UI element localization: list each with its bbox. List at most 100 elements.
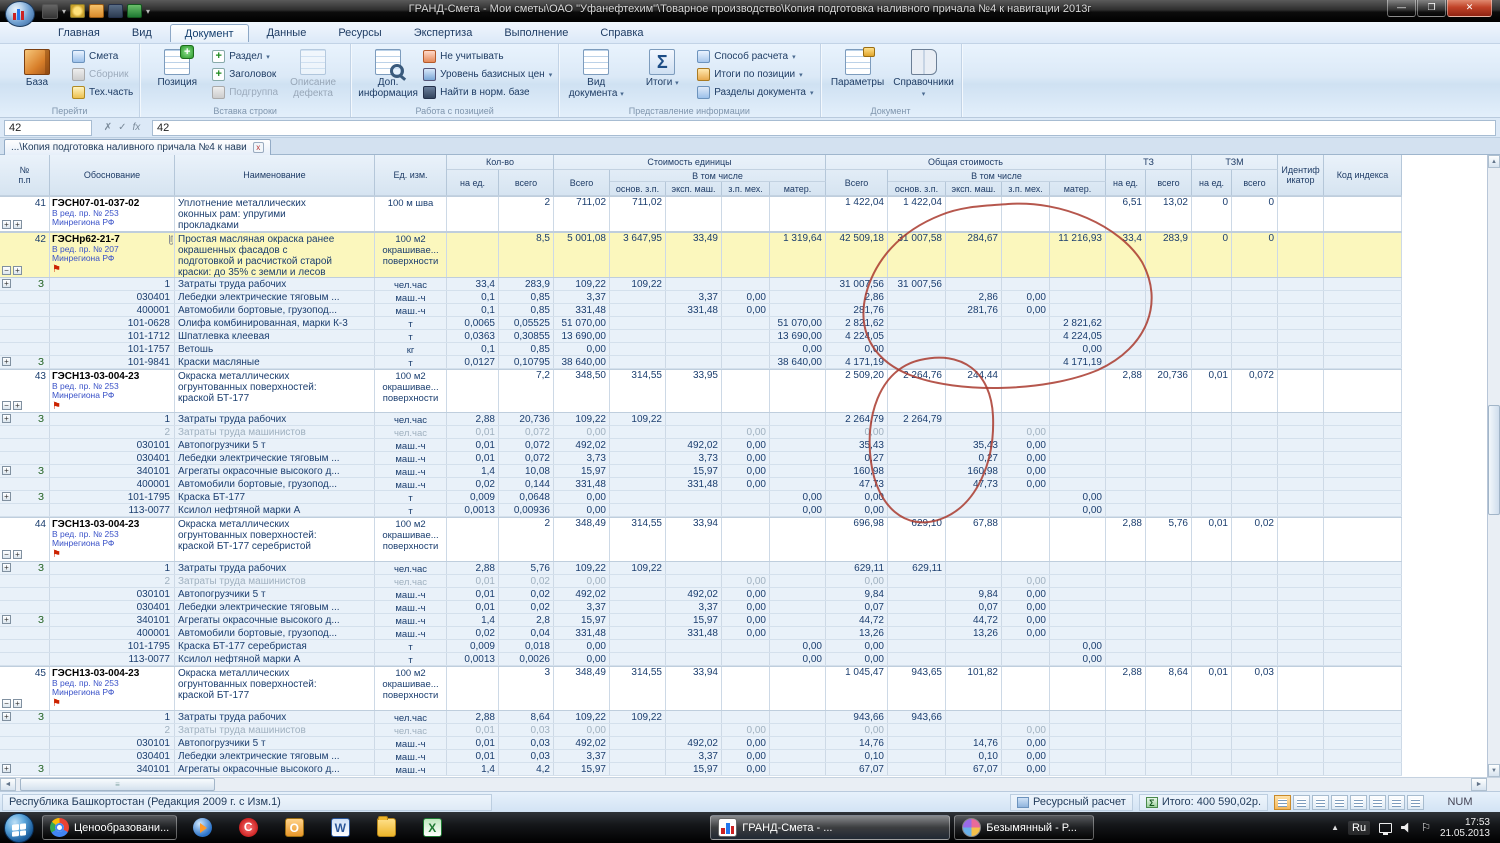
- justification-cell[interactable]: ГЭСН13-03-004-23В ред. пр. № 253 Минреги…: [50, 518, 175, 561]
- value-cell-tzv[interactable]: [1146, 588, 1192, 600]
- row-number-cell[interactable]: +З: [0, 562, 50, 574]
- value-cell-om[interactable]: [1050, 452, 1106, 464]
- value-cell-qe[interactable]: 0,009: [447, 640, 499, 652]
- value-cell-oo[interactable]: 31 007,56: [888, 278, 946, 290]
- document-tab[interactable]: ...\Копия подготовка наливного причала №…: [4, 139, 271, 155]
- value-cell-oz[interactable]: [1002, 330, 1050, 342]
- value-cell-ov[interactable]: 42 509,18: [826, 233, 888, 277]
- value-cell-qe[interactable]: 1,4: [447, 614, 499, 626]
- value-cell-sz[interactable]: [722, 640, 770, 652]
- name-cell[interactable]: Автопогрузчики 5 т: [175, 588, 375, 600]
- expand-plus-icon[interactable]: +: [13, 401, 22, 410]
- value-cell-tzv[interactable]: [1146, 640, 1192, 652]
- row-number-cell[interactable]: +З: [0, 491, 50, 503]
- value-cell-ov[interactable]: 281,76: [826, 304, 888, 316]
- value-cell-sm[interactable]: [770, 724, 826, 736]
- horizontal-scroll-thumb[interactable]: ≡: [20, 778, 215, 791]
- value-cell-sm[interactable]: 1 319,64: [770, 233, 826, 277]
- col-header-tz[interactable]: ТЗ: [1106, 155, 1192, 170]
- value-cell-sm[interactable]: [770, 426, 826, 438]
- value-cell-om[interactable]: [1050, 465, 1106, 477]
- value-cell-so[interactable]: [610, 291, 666, 303]
- value-cell-so[interactable]: [610, 724, 666, 736]
- identifier-cell[interactable]: [1278, 737, 1324, 749]
- justification-cell[interactable]: 101-1795: [50, 640, 175, 652]
- view-mode-button[interactable]: [1369, 795, 1386, 810]
- justification-cell[interactable]: 030101: [50, 588, 175, 600]
- name-cell[interactable]: Автопогрузчики 5 т: [175, 737, 375, 749]
- index-code-cell[interactable]: [1324, 478, 1402, 490]
- value-cell-om[interactable]: [1050, 518, 1106, 561]
- value-cell-oo[interactable]: [888, 640, 946, 652]
- value-cell-so[interactable]: [610, 640, 666, 652]
- value-cell-oz[interactable]: [1002, 413, 1050, 425]
- value-cell-qe[interactable]: [447, 518, 499, 561]
- spravochniki-button[interactable]: Справочники▾: [893, 47, 955, 103]
- maximize-button[interactable]: ❐: [1417, 0, 1446, 17]
- identifier-cell[interactable]: [1278, 588, 1324, 600]
- value-cell-om[interactable]: [1050, 601, 1106, 613]
- value-cell-sx[interactable]: 33,94: [666, 667, 722, 710]
- value-cell-tzmv[interactable]: [1232, 763, 1278, 775]
- resource-row[interactable]: 400001Автомобили бортовые, грузопод...ма…: [0, 304, 1402, 317]
- row-number-cell[interactable]: [0, 640, 50, 652]
- tab-dannye[interactable]: Данные: [253, 24, 321, 42]
- value-cell-qe[interactable]: 0,01: [447, 601, 499, 613]
- col-header-stoimost-edinicy[interactable]: Стоимость единицы: [554, 155, 826, 170]
- value-cell-om[interactable]: [1050, 370, 1106, 412]
- value-cell-oz[interactable]: 0,00: [1002, 478, 1050, 490]
- index-code-cell[interactable]: [1324, 439, 1402, 451]
- ne-uchityvat-button[interactable]: Не учитывать: [423, 49, 552, 64]
- value-cell-sz[interactable]: 0,00: [722, 426, 770, 438]
- name-cell[interactable]: Затраты труда машинистов: [175, 575, 375, 587]
- value-cell-oo[interactable]: 629,10: [888, 518, 946, 561]
- value-cell-qv[interactable]: 0,018: [499, 640, 554, 652]
- index-code-cell[interactable]: [1324, 627, 1402, 639]
- value-cell-oo[interactable]: [888, 737, 946, 749]
- value-cell-ov[interactable]: 9,84: [826, 588, 888, 600]
- value-cell-sm[interactable]: [770, 601, 826, 613]
- row-number-cell[interactable]: +З: [0, 356, 50, 368]
- value-cell-so[interactable]: [610, 356, 666, 368]
- value-cell-oz[interactable]: 0,00: [1002, 575, 1050, 587]
- value-cell-sv[interactable]: 51 070,00: [554, 317, 610, 329]
- col-header-na-ed[interactable]: на ед.: [447, 170, 499, 196]
- value-cell-tze[interactable]: [1106, 724, 1146, 736]
- value-cell-om[interactable]: [1050, 197, 1106, 231]
- value-cell-qv[interactable]: 4,2: [499, 763, 554, 775]
- value-cell-sz[interactable]: 0,00: [722, 614, 770, 626]
- value-cell-sx[interactable]: 33,94: [666, 518, 722, 561]
- identifier-cell[interactable]: [1278, 518, 1324, 561]
- value-cell-sm[interactable]: [770, 478, 826, 490]
- value-cell-tze[interactable]: [1106, 737, 1146, 749]
- value-cell-qe[interactable]: 0,01: [447, 737, 499, 749]
- justification-cell[interactable]: 1: [50, 413, 175, 425]
- value-cell-tze[interactable]: [1106, 465, 1146, 477]
- value-cell-tzme[interactable]: [1192, 426, 1232, 438]
- value-cell-so[interactable]: 711,02: [610, 197, 666, 231]
- value-cell-sx[interactable]: [666, 504, 722, 516]
- value-cell-sz[interactable]: 0,00: [722, 478, 770, 490]
- index-code-cell[interactable]: [1324, 452, 1402, 464]
- tab-ekspertiza[interactable]: Экспертиза: [400, 24, 487, 42]
- dop-informaciya-button[interactable]: Доп. информация: [357, 47, 419, 103]
- resource-row[interactable]: 030101Автопогрузчики 5 тмаш.-ч0,010,0349…: [0, 737, 1402, 750]
- value-cell-ox[interactable]: 67,07: [946, 763, 1002, 775]
- value-cell-om[interactable]: [1050, 413, 1106, 425]
- identifier-cell[interactable]: [1278, 413, 1324, 425]
- value-cell-tzv[interactable]: [1146, 711, 1192, 723]
- value-cell-ox[interactable]: [946, 711, 1002, 723]
- justification-cell[interactable]: 101-1757: [50, 343, 175, 355]
- value-cell-qv[interactable]: 0,85: [499, 343, 554, 355]
- value-cell-so[interactable]: [610, 627, 666, 639]
- identifier-cell[interactable]: [1278, 750, 1324, 762]
- value-cell-tzv[interactable]: [1146, 356, 1192, 368]
- value-cell-tzme[interactable]: [1192, 750, 1232, 762]
- value-cell-sz[interactable]: [722, 278, 770, 290]
- value-cell-sv[interactable]: 0,00: [554, 640, 610, 652]
- value-cell-tzmv[interactable]: [1232, 356, 1278, 368]
- value-cell-tzme[interactable]: [1192, 504, 1232, 516]
- unit-cell[interactable]: маш.-ч: [375, 601, 447, 613]
- value-cell-oo[interactable]: 31 007,58: [888, 233, 946, 277]
- value-cell-ox[interactable]: [946, 356, 1002, 368]
